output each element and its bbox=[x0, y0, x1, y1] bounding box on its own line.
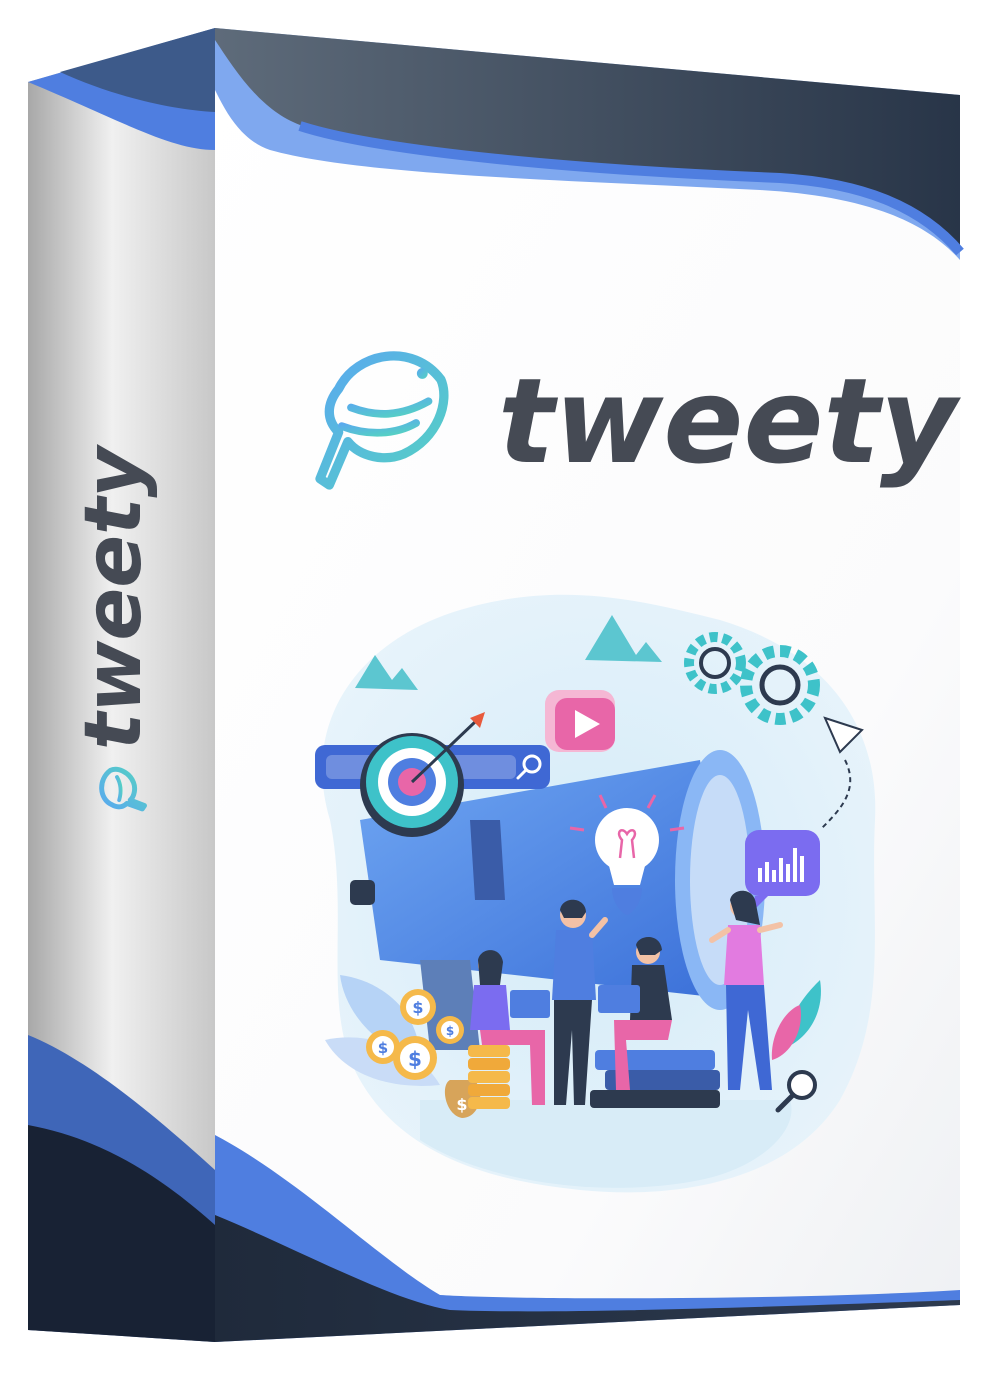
svg-text:$: $ bbox=[446, 1024, 454, 1038]
book-stack bbox=[590, 1050, 720, 1108]
svg-text:$: $ bbox=[456, 1095, 467, 1114]
svg-text:$: $ bbox=[412, 998, 423, 1017]
spine-brand-text: tweety bbox=[69, 444, 159, 750]
svg-text:$: $ bbox=[378, 1039, 388, 1057]
svg-text:$: $ bbox=[408, 1047, 422, 1071]
play-icon bbox=[545, 690, 615, 752]
marketing-illustration: $ $ $ $ $ bbox=[315, 594, 876, 1193]
coin-stack bbox=[468, 1045, 510, 1109]
brand-name: tweety bbox=[498, 352, 962, 490]
software-box: tweety tweety $ $ $ $ $ bbox=[28, 28, 964, 1342]
